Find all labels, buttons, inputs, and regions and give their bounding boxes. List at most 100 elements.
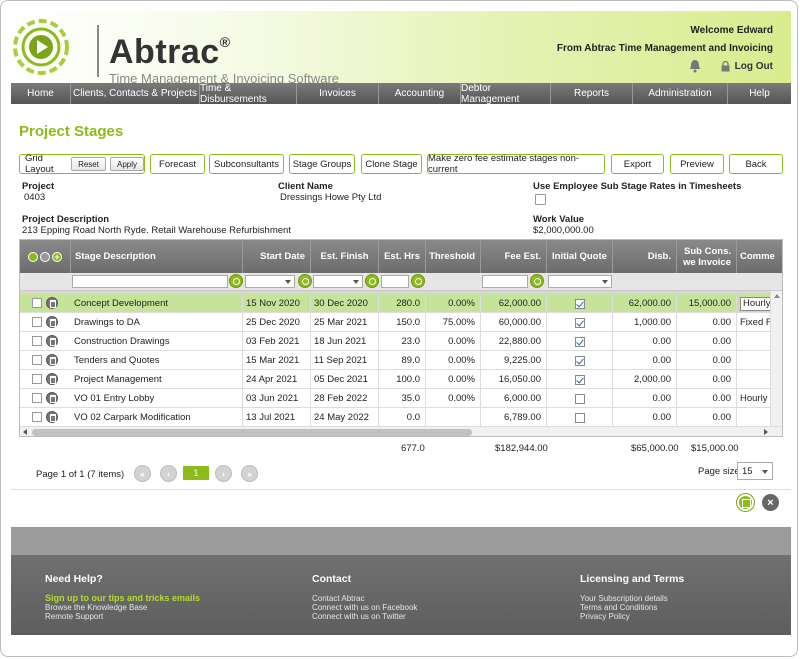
forecast-button[interactable]: Forecast (150, 154, 205, 174)
make-zero-fee-button[interactable]: Make zero fee estimate stages non-curren… (427, 153, 605, 175)
cell-threshold[interactable]: 0.00% (426, 332, 481, 351)
select-all-icon[interactable] (28, 251, 38, 262)
cell-threshold[interactable] (426, 408, 481, 427)
row-checkbox[interactable] (32, 317, 42, 327)
preview-button[interactable]: Preview (670, 154, 724, 174)
initial-quote-checkbox[interactable] (574, 317, 585, 328)
cell-finish[interactable]: 24 May 2022 (311, 408, 379, 427)
cell-subcons[interactable]: 15,000.00 (677, 294, 737, 313)
col-disb[interactable]: Disb. (613, 240, 677, 273)
cell-start[interactable]: 03 Jun 2021 (243, 389, 311, 408)
cell-stage[interactable]: Tenders and Quotes (71, 351, 243, 370)
export-button[interactable]: Export (611, 154, 664, 174)
cell-disb[interactable]: 0.00 (613, 332, 677, 351)
cell-finish[interactable]: 25 Mar 2021 (311, 313, 379, 332)
table-row[interactable]: VO 01 Entry Lobby 03 Jun 2021 28 Feb 2022 3… (20, 389, 772, 408)
row-checkbox[interactable] (32, 336, 42, 346)
initial-quote-checkbox[interactable] (574, 355, 585, 366)
table-row[interactable]: Tenders and Quotes 15 Mar 2021 11 Sep 2021… (20, 351, 772, 370)
cell-stage[interactable]: Project Management (71, 370, 243, 389)
filter-start-dropdown[interactable] (245, 275, 295, 288)
close-icon[interactable]: × (762, 494, 779, 511)
back-button[interactable]: Back (729, 154, 783, 174)
cell-comment[interactable] (737, 351, 772, 370)
filter-quote-dropdown[interactable] (548, 275, 612, 288)
cell-comment[interactable] (737, 370, 772, 389)
clone-stage-button[interactable]: Clone Stage (361, 154, 422, 174)
row-delete-icon[interactable] (46, 297, 58, 309)
current-page[interactable]: 1 (183, 466, 209, 480)
table-row[interactable]: VO 02 Carpark Modification 13 Jul 2021 24 … (20, 408, 772, 427)
cell-fee[interactable]: 60,000.00 (481, 313, 547, 332)
filter-start-search-icon[interactable] (298, 274, 312, 288)
cell-start[interactable]: 25 Dec 2020 (243, 313, 311, 332)
cell-threshold[interactable]: 0.00% (426, 351, 481, 370)
logout-link[interactable]: Log Out (721, 61, 773, 72)
col-hrs[interactable]: Est. Hrs (379, 240, 426, 273)
row-delete-icon[interactable] (46, 373, 58, 385)
scroll-up-icon[interactable] (774, 294, 780, 298)
cell-fee[interactable]: 6,000.00 (481, 389, 547, 408)
row-checkbox[interactable] (32, 355, 42, 365)
col-start[interactable]: Start Date (243, 240, 311, 273)
cell-finish[interactable]: 30 Dec 2020 (311, 294, 379, 313)
row-checkbox[interactable] (32, 412, 42, 422)
cell-subcons[interactable]: 0.00 (677, 332, 737, 351)
cell-finish[interactable]: 05 Dec 2021 (311, 370, 379, 389)
nav-time[interactable]: Time & Disbursements (200, 83, 297, 105)
first-page-icon[interactable]: « (134, 465, 151, 482)
nav-debtor[interactable]: Debtor Management (461, 83, 551, 105)
cell-stage[interactable]: Concept Development (71, 294, 243, 313)
cell-threshold[interactable]: 0.00% (426, 370, 481, 389)
cell-subcons[interactable]: 0.00 (677, 389, 737, 408)
cell-subcons[interactable]: 0.00 (677, 370, 737, 389)
comment-input[interactable]: Hourly (740, 296, 771, 311)
stage-groups-button[interactable]: Stage Groups (289, 154, 355, 174)
cell-comment[interactable] (737, 408, 772, 427)
cell-hrs[interactable]: 100.0 (379, 370, 426, 389)
cell-fee[interactable]: 6,789.00 (481, 408, 547, 427)
row-delete-icon[interactable] (46, 411, 58, 423)
horizontal-scroll-thumb[interactable] (32, 429, 472, 436)
initial-quote-checkbox[interactable] (574, 298, 585, 309)
nav-home[interactable]: Home (11, 83, 71, 104)
scroll-right-icon[interactable] (764, 429, 768, 435)
filter-fee-input[interactable] (482, 275, 528, 288)
subconsultants-button[interactable]: Subconsultants (209, 154, 284, 174)
cell-stage[interactable]: Drawings to DA (71, 313, 243, 332)
col-quote[interactable]: Initial Quote (547, 240, 613, 273)
cell-finish[interactable]: 28 Feb 2022 (311, 389, 379, 408)
cell-comment[interactable] (737, 332, 772, 351)
cell-finish[interactable]: 11 Sep 2021 (311, 351, 379, 370)
filter-hrs-search-icon[interactable] (411, 274, 425, 288)
cell-disb[interactable]: 1,000.00 (613, 313, 677, 332)
footer-link-privacy[interactable]: Privacy Policy (580, 612, 684, 621)
cell-comment[interactable]: Fixed Fe (737, 313, 772, 332)
table-row[interactable]: Project Management 24 Apr 2021 05 Dec 2021… (20, 370, 772, 389)
nav-accounting[interactable]: Accounting (379, 83, 461, 104)
footer-link-signup[interactable]: Sign up to our tips and tricks emails (45, 594, 200, 603)
vertical-scrollbar[interactable] (770, 291, 782, 427)
initial-quote-checkbox[interactable] (574, 412, 585, 423)
add-row-icon[interactable]: + (52, 251, 62, 262)
last-page-icon[interactable]: » (241, 465, 258, 482)
footer-link-facebook[interactable]: Connect with us on Facebook (312, 603, 417, 612)
table-row[interactable]: Construction Drawings 03 Feb 2021 18 Jun 2… (20, 332, 772, 351)
delete-all-icon[interactable] (40, 251, 50, 262)
col-finish[interactable]: Est. Finish (311, 240, 379, 273)
cell-hrs[interactable]: 150.0 (379, 313, 426, 332)
cell-stage[interactable]: VO 02 Carpark Modification (71, 408, 243, 427)
row-delete-icon[interactable] (46, 354, 58, 366)
col-threshold[interactable]: Threshold (426, 240, 481, 273)
cell-hrs[interactable]: 0.0 (379, 408, 426, 427)
footer-link-kb[interactable]: Browse the Knowledge Base (45, 603, 200, 612)
cell-disb[interactable]: 2,000.00 (613, 370, 677, 389)
cell-fee[interactable]: 16,050.00 (481, 370, 547, 389)
cell-start[interactable]: 03 Feb 2021 (243, 332, 311, 351)
apply-button[interactable]: Apply (109, 157, 144, 171)
nav-clients[interactable]: Clients, Contacts & Projects (71, 83, 200, 104)
cell-comment[interactable]: Hourly r (737, 389, 772, 408)
cell-hrs[interactable]: 280.0 (379, 294, 426, 313)
cell-subcons[interactable]: 0.00 (677, 408, 737, 427)
save-icon[interactable] (737, 494, 754, 511)
